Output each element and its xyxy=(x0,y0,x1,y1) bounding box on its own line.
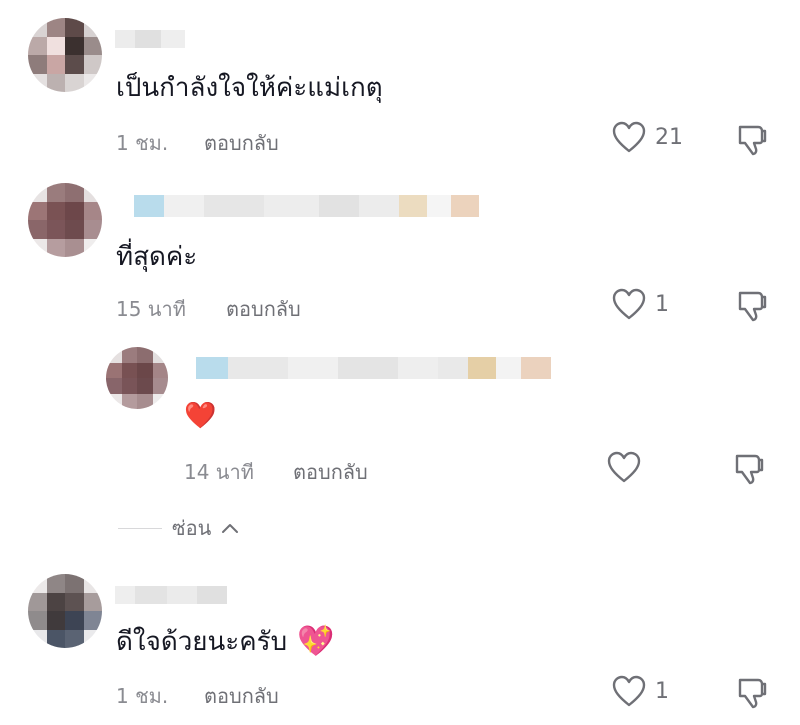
comment-time: 1 ชม. xyxy=(116,684,169,708)
thumbs-down-outline-icon xyxy=(735,454,764,485)
avatar[interactable] xyxy=(28,574,102,648)
comment-text-row: ดีใจด้วยนะครับ 💖 xyxy=(116,626,335,658)
comment-time: 1 ชม. xyxy=(116,131,169,155)
dislike-button[interactable] xyxy=(734,121,770,161)
like-button[interactable]: 21 xyxy=(611,120,683,154)
like-count: 1 xyxy=(655,678,669,704)
reply-text: ❤️ xyxy=(184,401,217,431)
heart-outline-icon xyxy=(612,288,646,320)
like-button[interactable]: 1 xyxy=(611,674,669,708)
heart-outline-icon xyxy=(612,675,646,707)
thumbs-down-outline-icon xyxy=(738,291,767,322)
thumbs-down-outline-icon xyxy=(738,678,767,709)
username-blurred[interactable] xyxy=(134,195,479,217)
comment-time: 15 นาที xyxy=(116,297,186,321)
avatar[interactable] xyxy=(28,183,102,257)
reply-button[interactable]: ตอบกลับ xyxy=(293,456,368,488)
heart-outline-icon xyxy=(612,121,646,153)
heart-outline-icon xyxy=(607,451,641,483)
like-count: 1 xyxy=(655,291,669,317)
hide-replies-button[interactable]: ซ่อน xyxy=(118,512,239,544)
avatar[interactable] xyxy=(106,347,168,409)
thumbs-down-outline-icon xyxy=(738,125,767,156)
comment-item: เป็นกำลังใจให้ค่ะแม่เกตุ 1 ชม. ตอบกลับ 2… xyxy=(0,0,800,165)
comment-text: ดีใจด้วยนะครับ xyxy=(116,627,288,657)
hide-replies-label: ซ่อน xyxy=(172,516,212,540)
like-count: 21 xyxy=(655,124,683,150)
reply-time: 14 นาที xyxy=(184,460,254,484)
like-button[interactable] xyxy=(606,450,650,484)
avatar[interactable] xyxy=(28,18,102,92)
chevron-up-icon xyxy=(222,524,239,533)
dislike-button[interactable] xyxy=(731,450,767,490)
username-blurred[interactable] xyxy=(115,586,227,604)
dislike-button[interactable] xyxy=(734,674,770,714)
reply-button[interactable]: ตอบกลับ xyxy=(226,293,301,325)
reply-button[interactable]: ตอบกลับ xyxy=(204,680,279,712)
username-blurred[interactable] xyxy=(115,30,185,48)
comment-item: ดีใจด้วยนะครับ 💖 1 ชม. ตอบกลับ 1 xyxy=(0,560,800,725)
divider xyxy=(118,527,162,529)
like-button[interactable]: 1 xyxy=(611,287,669,321)
comment-text: เป็นกำลังใจให้ค่ะแม่เกตุ xyxy=(116,73,383,103)
sparkling-heart-emoji: 💖 xyxy=(297,624,335,659)
comment-text: ที่สุดค่ะ xyxy=(116,242,198,272)
username-blurred[interactable] xyxy=(196,357,551,379)
comment-item: ที่สุดค่ะ 15 นาที ตอบกลับ 1 ❤️ 14 นาที ต… xyxy=(0,165,800,560)
reply-button[interactable]: ตอบกลับ xyxy=(204,127,279,159)
dislike-button[interactable] xyxy=(734,287,770,327)
